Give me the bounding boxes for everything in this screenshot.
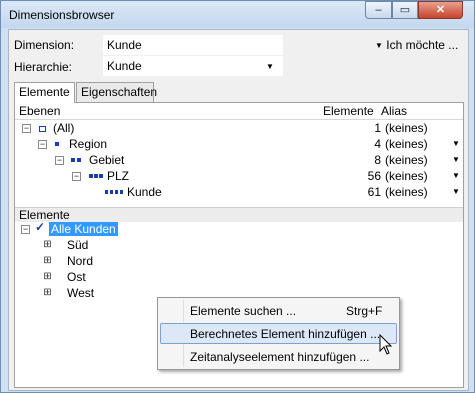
tab-properties-label: Eigenschaften xyxy=(81,85,158,99)
level-alias: (keines) xyxy=(385,153,428,167)
menu-item-find-elements[interactable]: Elemente suchen ... Strg+F xyxy=(160,300,397,321)
level-row-kunde[interactable]: Kunde 61 (keines) ▼ xyxy=(15,184,463,200)
level-name: Gebiet xyxy=(89,153,125,167)
chevron-down-icon[interactable]: ▼ xyxy=(266,62,274,71)
level-count: 61 xyxy=(367,185,381,199)
level-count: 4 xyxy=(374,137,381,151)
level-plz-icon xyxy=(89,174,103,178)
menu-item-label: Berechnetes Element hinzufügen ... xyxy=(190,327,381,341)
minimize-button[interactable]: – xyxy=(365,1,392,19)
close-button[interactable]: ✕ xyxy=(418,1,463,19)
window-title: Dimensionsbrowser xyxy=(9,8,115,22)
level-count: 8 xyxy=(374,153,381,167)
tree-item-label: West xyxy=(67,286,95,300)
level-count: 56 xyxy=(367,169,381,183)
level-alias: (keines) xyxy=(385,169,428,183)
tab-elements-label: Elemente xyxy=(19,85,70,99)
options-menu-button[interactable]: ▼ Ich möchte ... xyxy=(375,38,458,52)
tab-elements[interactable]: Elemente xyxy=(14,82,75,103)
menu-item-add-time-analysis-element[interactable]: Zeitanalyseelement hinzufügen ... xyxy=(160,346,397,367)
checkmark-icon: ✓ xyxy=(35,220,46,234)
tree-item-label: Süd xyxy=(67,238,89,252)
collapse-icon[interactable]: − xyxy=(21,225,30,234)
collapse-icon[interactable]: − xyxy=(38,140,47,149)
col-alias: Alias xyxy=(381,104,408,118)
level-alias: (keines) xyxy=(385,121,428,135)
level-count: 1 xyxy=(374,121,381,135)
level-kunde-icon xyxy=(105,190,123,194)
expand-icon[interactable]: ⊞ xyxy=(43,288,52,298)
level-region-icon xyxy=(55,142,59,146)
level-gebiet-icon xyxy=(71,158,81,162)
expand-icon[interactable]: ⊞ xyxy=(43,240,52,250)
levels-header: Ebenen Elemente Alias xyxy=(15,103,463,120)
col-elements: Elemente xyxy=(323,104,374,118)
expand-icon[interactable]: ⊞ xyxy=(43,272,52,282)
level-row-gebiet[interactable]: − Gebiet 8 (keines) ▼ xyxy=(15,152,463,168)
level-row-all[interactable]: − (All) 1 (keines) xyxy=(15,120,463,136)
collapse-icon[interactable]: − xyxy=(72,172,81,181)
menu-item-shortcut: Strg+F xyxy=(346,304,383,318)
level-name: (All) xyxy=(53,121,75,135)
menu-item-label: Zeitanalyseelement hinzufügen ... xyxy=(190,350,370,364)
title-bar[interactable]: Dimensionsbrowser – ▭ ✕ xyxy=(1,1,474,28)
expand-icon[interactable]: ⊞ xyxy=(43,256,52,266)
tree-root-label: Alle Kunden xyxy=(49,222,118,236)
level-row-region[interactable]: − Region 4 (keines) ▼ xyxy=(15,136,463,152)
col-levels: Ebenen xyxy=(19,104,61,118)
level-name: PLZ xyxy=(107,169,130,183)
collapse-icon[interactable]: − xyxy=(55,156,64,165)
tab-properties[interactable]: Eigenschaften xyxy=(76,82,158,102)
collapse-icon[interactable]: − xyxy=(22,124,31,133)
maximize-button[interactable]: ▭ xyxy=(392,1,418,19)
level-alias: (keines) xyxy=(385,185,428,199)
level-name: Region xyxy=(69,137,108,151)
level-alias: (keines) xyxy=(385,137,428,151)
alias-dropdown-icon[interactable]: ▼ xyxy=(452,155,460,164)
menu-item-add-calculated-element[interactable]: Berechnetes Element hinzufügen ... xyxy=(160,323,397,344)
caret-down-icon: ▼ xyxy=(375,41,383,50)
hierarchy-label: Hierarchie: xyxy=(14,60,73,74)
alias-dropdown-icon[interactable]: ▼ xyxy=(452,171,460,180)
dimension-label: Dimension: xyxy=(14,38,75,52)
elements-section-header: Elemente xyxy=(15,207,463,222)
mouse-cursor-icon xyxy=(379,334,393,355)
menu-item-label: Elemente suchen ... xyxy=(190,304,297,318)
dimension-field[interactable]: Kunde xyxy=(103,35,283,55)
context-menu: Elemente suchen ... Strg+F Berechnetes E… xyxy=(157,297,400,370)
level-all-icon xyxy=(39,126,46,132)
hierarchy-select[interactable]: Kunde xyxy=(103,56,283,76)
tree-item-label: Ost xyxy=(67,270,86,284)
level-row-plz[interactable]: − PLZ 56 (keines) ▼ xyxy=(15,168,463,184)
tree-item-label: Nord xyxy=(67,254,94,268)
options-menu-label: Ich möchte ... xyxy=(386,38,459,52)
alias-dropdown-icon[interactable]: ▼ xyxy=(452,139,460,148)
alias-dropdown-icon[interactable]: ▼ xyxy=(452,187,460,196)
level-name: Kunde xyxy=(127,185,162,199)
